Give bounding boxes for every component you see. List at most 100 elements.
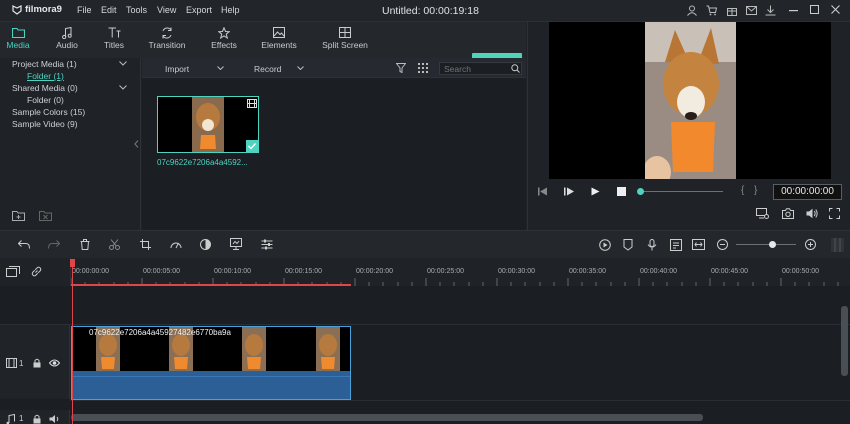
playhead-line[interactable] xyxy=(72,266,73,424)
menu-bar: filmora9 File Edit Tools View Export Hel… xyxy=(0,0,850,22)
eye-icon[interactable] xyxy=(49,359,60,367)
video-track-header: 1 xyxy=(0,325,70,399)
menu-view[interactable]: View xyxy=(157,5,176,15)
timeline-vertical-scrollbar[interactable] xyxy=(841,306,848,376)
check-icon xyxy=(246,140,258,152)
minimize-icon[interactable] xyxy=(789,10,798,12)
add-track-icon[interactable] xyxy=(6,266,20,277)
video-type-icon xyxy=(247,99,257,108)
timeline-layout-icon[interactable] xyxy=(831,238,844,252)
tab-titles[interactable]: Titles xyxy=(99,25,129,57)
menu-export[interactable]: Export xyxy=(186,5,212,15)
timeline-toolbar xyxy=(0,230,850,258)
voiceover-icon[interactable] xyxy=(670,239,682,251)
sidebar-item-project-media[interactable]: Project Media (1) xyxy=(12,59,77,69)
account-icon[interactable] xyxy=(687,5,697,16)
tab-elements[interactable]: Elements xyxy=(258,25,300,57)
sidebar-item-folder-0[interactable]: Folder (0) xyxy=(27,95,64,105)
audio-mixer-icon[interactable] xyxy=(261,239,273,250)
timeline-ruler[interactable]: 00:00:00:00 00:00:05:00 00:00:10:00 00:0… xyxy=(0,258,850,286)
undo-icon[interactable] xyxy=(18,240,30,249)
menu-edit[interactable]: Edit xyxy=(101,5,117,15)
tab-audio-label: Audio xyxy=(56,40,78,50)
ruler-label: 00:00:05:00 xyxy=(143,268,180,275)
zoom-in-icon[interactable] xyxy=(805,239,816,250)
sidebar-item-shared-media[interactable]: Shared Media (0) xyxy=(12,83,78,93)
play-icon[interactable] xyxy=(591,187,600,196)
lock-icon[interactable] xyxy=(33,414,41,424)
zoom-out-icon[interactable] xyxy=(717,239,728,250)
tab-media[interactable]: Media xyxy=(4,25,32,57)
volume-icon[interactable] xyxy=(49,414,60,424)
menu-help[interactable]: Help xyxy=(221,5,240,15)
cart-icon[interactable] xyxy=(706,5,717,16)
video-clip[interactable]: 07c9622e7206a4a45927482e6770ba9a xyxy=(71,326,351,400)
tab-split-screen[interactable]: Split Screen xyxy=(318,25,372,57)
record-button[interactable]: Record xyxy=(254,64,281,74)
maximize-icon[interactable] xyxy=(810,5,819,14)
download-icon[interactable] xyxy=(765,5,776,16)
close-icon[interactable] xyxy=(831,5,840,14)
app-logo: filmora9 xyxy=(12,4,62,15)
menu-tools[interactable]: Tools xyxy=(126,5,147,15)
menu-file[interactable]: File xyxy=(77,5,92,15)
tab-split-screen-label: Split Screen xyxy=(322,40,368,50)
redo-icon[interactable] xyxy=(48,240,60,249)
snapshot-icon[interactable] xyxy=(782,208,794,219)
search-input[interactable] xyxy=(439,62,522,75)
delete-icon[interactable] xyxy=(80,239,90,250)
render-preview-icon[interactable] xyxy=(599,239,611,251)
ruler-label: 00:00:25:00 xyxy=(427,268,464,275)
tab-transition[interactable]: Transition xyxy=(146,25,188,57)
tab-audio[interactable]: Audio xyxy=(52,25,82,57)
next-frame-icon[interactable] xyxy=(564,187,574,196)
zoom-slider-track[interactable] xyxy=(736,244,796,245)
chevron-down-icon[interactable] xyxy=(217,66,224,70)
sidebar-item-sample-colors[interactable]: Sample Colors (15) xyxy=(12,107,85,117)
volume-icon[interactable] xyxy=(806,208,818,219)
display-settings-icon[interactable] xyxy=(756,208,769,219)
green-screen-icon[interactable] xyxy=(230,238,242,250)
media-thumbnail[interactable] xyxy=(157,96,259,153)
preview-progress-track[interactable] xyxy=(641,191,723,192)
crop-icon[interactable] xyxy=(140,239,151,250)
snap-icon[interactable] xyxy=(692,239,705,250)
search-icon[interactable] xyxy=(511,64,520,73)
timeline-horizontal-scrollbar[interactable] xyxy=(71,414,703,421)
stop-icon[interactable] xyxy=(617,187,626,196)
marker-icon[interactable] xyxy=(623,239,633,251)
filter-icon[interactable] xyxy=(396,63,406,73)
speed-icon[interactable] xyxy=(170,239,182,249)
image-icon xyxy=(273,27,285,38)
grid-view-icon[interactable] xyxy=(418,63,428,73)
collapse-panel-icon[interactable] xyxy=(134,140,139,148)
gift-icon[interactable] xyxy=(727,5,737,16)
chevron-down-icon[interactable] xyxy=(119,61,127,66)
sidebar-item-sample-video[interactable]: Sample Video (9) xyxy=(12,119,78,129)
mark-in-button[interactable]: { xyxy=(741,185,744,196)
ruler-label: 00:00:35:00 xyxy=(569,268,606,275)
chevron-down-icon[interactable] xyxy=(119,85,127,90)
empty-track-area[interactable] xyxy=(70,286,850,324)
microphone-icon[interactable] xyxy=(647,239,657,251)
new-folder-icon[interactable] xyxy=(12,210,25,221)
preview-progress-handle[interactable] xyxy=(637,188,644,195)
mark-out-button[interactable]: } xyxy=(754,185,757,196)
sidebar-item-folder-1[interactable]: Folder (1) xyxy=(27,71,64,81)
color-icon[interactable] xyxy=(200,239,211,250)
cut-icon[interactable] xyxy=(109,239,120,250)
media-item-name[interactable]: 07c9622e7206a4a4592... xyxy=(157,158,248,167)
chevron-down-icon[interactable] xyxy=(297,66,304,70)
tab-elements-label: Elements xyxy=(261,40,297,50)
previous-frame-icon[interactable] xyxy=(538,187,548,196)
zoom-slider-handle[interactable] xyxy=(769,241,776,248)
lock-icon[interactable] xyxy=(33,358,41,368)
mail-icon[interactable] xyxy=(746,5,757,16)
music-note-icon xyxy=(62,26,72,39)
import-button[interactable]: Import xyxy=(165,64,189,74)
delete-folder-icon[interactable] xyxy=(39,210,52,221)
tab-effects[interactable]: Effects xyxy=(208,25,240,57)
fullscreen-icon[interactable] xyxy=(829,208,840,219)
link-icon[interactable] xyxy=(31,266,42,277)
preview-screen[interactable] xyxy=(549,22,831,179)
